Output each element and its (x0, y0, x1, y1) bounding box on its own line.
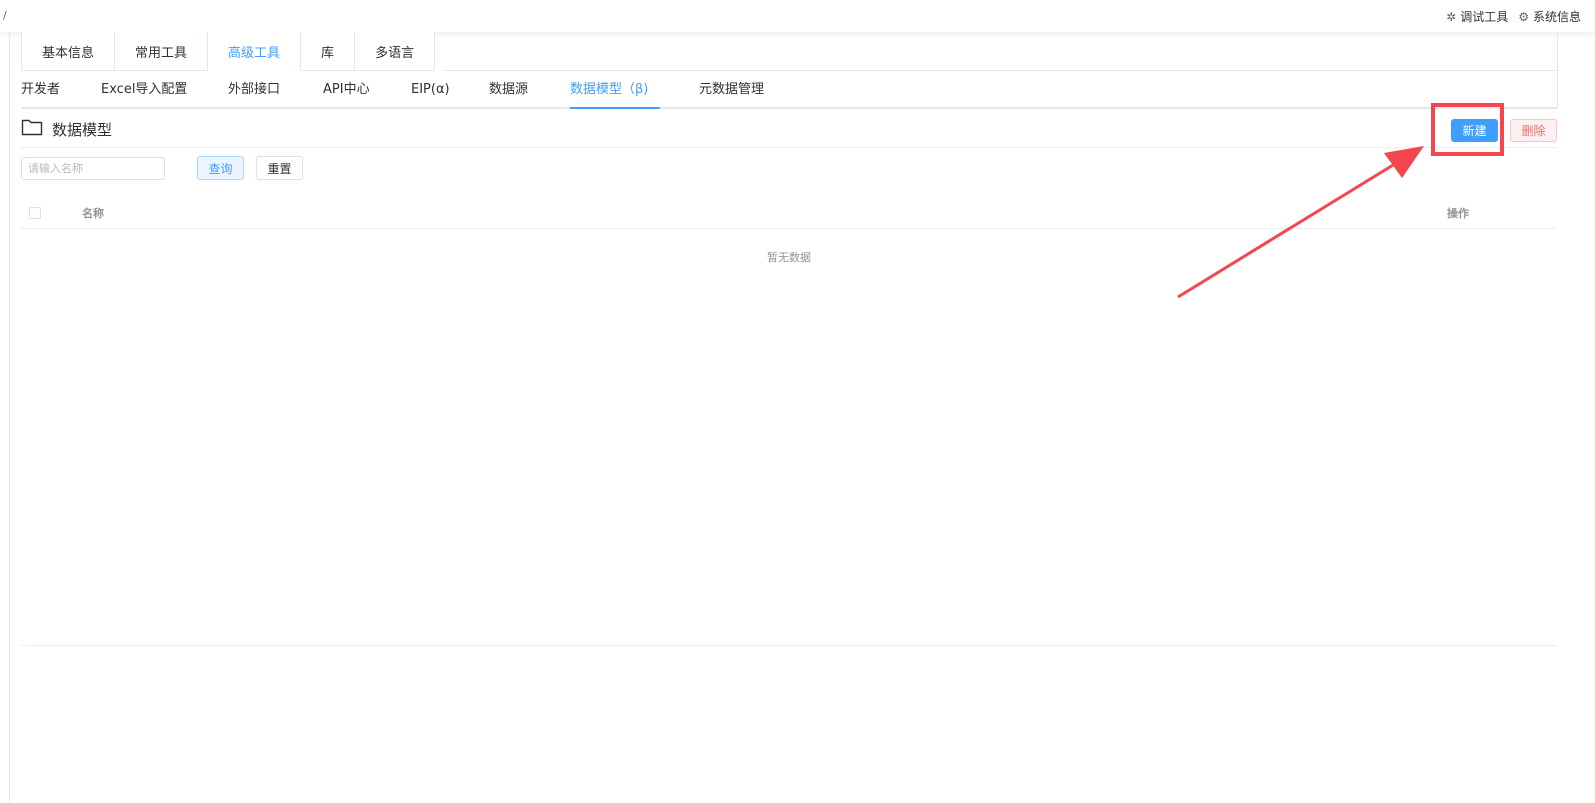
system-info-button[interactable]: ⚙ 系统信息 (1518, 8, 1581, 25)
query-button[interactable]: 查询 (197, 156, 244, 180)
breadcrumb: / (3, 9, 7, 22)
folder-icon (21, 119, 43, 136)
tab-advanced-tools[interactable]: 高级工具 (208, 32, 302, 71)
empty-state-text: 暂无数据 (767, 251, 811, 264)
debug-tool-button[interactable]: ✲ 调试工具 (1446, 8, 1508, 25)
reset-button[interactable]: 重置 (256, 156, 303, 180)
tab-metadata-management[interactable]: 元数据管理 (699, 71, 764, 109)
new-button[interactable]: 新建 (1451, 119, 1498, 142)
tab-external-api[interactable]: 外部接口 (228, 71, 280, 109)
search-input[interactable] (21, 157, 165, 180)
column-header-actions: 操作 (1447, 207, 1469, 220)
gear-icon: ⚙ (1518, 9, 1529, 24)
page-title: 数据模型 (52, 121, 113, 139)
tab-multilanguage[interactable]: 多语言 (355, 32, 436, 71)
select-all-checkbox[interactable] (29, 207, 41, 219)
system-info-label: 系统信息 (1532, 10, 1581, 24)
tab-library[interactable]: 库 (301, 32, 356, 71)
tab-common-tools[interactable]: 常用工具 (115, 32, 209, 71)
delete-button[interactable]: 删除 (1510, 119, 1557, 142)
tab-basic-info[interactable]: 基本信息 (22, 32, 116, 71)
bug-icon: ✲ (1446, 9, 1457, 24)
column-header-name: 名称 (82, 207, 104, 220)
primary-tabs: 基本信息 常用工具 高级工具 库 多语言 (21, 32, 436, 71)
tab-data-model[interactable]: 数据模型（β) (570, 71, 648, 109)
debug-tool-label: 调试工具 (1460, 10, 1509, 24)
tab-datasource[interactable]: 数据源 (489, 71, 528, 109)
data-table: 名称 操作 暂无数据 (21, 196, 1557, 646)
page-header: 数据模型 新建 删除 (21, 103, 1558, 156)
top-tools: ✲ 调试工具 ⚙ 系统信息 (1446, 8, 1581, 25)
tab-excel-import[interactable]: Excel导入配置 (101, 71, 187, 109)
tab-developer[interactable]: 开发者 (21, 71, 60, 109)
tab-eip[interactable]: EIP(α) (411, 71, 450, 109)
table-header: 名称 操作 (21, 196, 1557, 229)
tab-api-center[interactable]: API中心 (323, 71, 370, 109)
left-border (9, 32, 10, 803)
top-bar: / ✲ 调试工具 ⚙ 系统信息 (0, 0, 1595, 32)
secondary-tabs: 开发者 Excel导入配置 外部接口 API中心 EIP(α) 数据源 数据模型… (21, 71, 1558, 109)
